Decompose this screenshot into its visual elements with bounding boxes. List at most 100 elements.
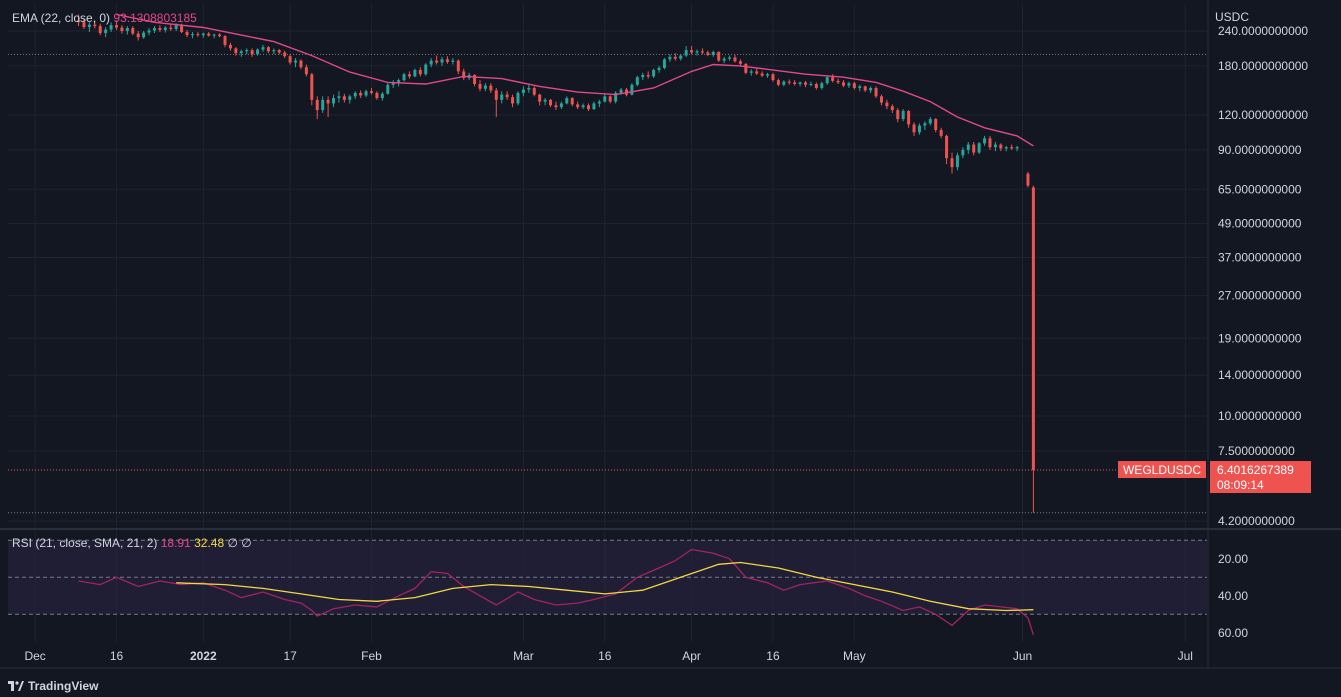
candle <box>630 83 634 96</box>
candle-body <box>277 50 281 53</box>
candle-body <box>690 50 694 53</box>
candle-body <box>923 123 927 126</box>
candle-body <box>890 106 894 111</box>
candle-body <box>310 74 314 100</box>
candle-body <box>603 96 607 102</box>
candle <box>1026 171 1030 188</box>
time-axis-tick: Apr <box>682 649 701 663</box>
time-axis-tick: May <box>843 649 866 663</box>
candle-body <box>668 56 672 60</box>
candle-body <box>836 80 840 83</box>
candle-body <box>570 98 574 105</box>
candle-body <box>809 83 813 85</box>
rsi-axis-tick: 20.00 <box>1218 552 1248 566</box>
candle-body <box>554 105 558 108</box>
candle-body <box>527 87 531 90</box>
candle-body <box>223 36 227 45</box>
candle-body <box>478 83 482 89</box>
candle-body <box>521 89 525 93</box>
candle-body <box>402 74 406 81</box>
candle-body <box>1015 147 1019 149</box>
candle-body <box>630 84 634 95</box>
candle-body <box>228 44 232 49</box>
candle <box>1031 185 1035 513</box>
candle-body <box>418 69 422 75</box>
price-axis-tick: 19.0000000000 <box>1218 331 1302 345</box>
candle-body <box>445 59 449 62</box>
rsi-legend[interactable]: RSI (21, close, SMA, 21, 2) 18.91 32.48 … <box>12 536 252 550</box>
ema-legend[interactable]: EMA (22, close, 0) 93.1308803185 <box>12 11 197 25</box>
ema-legend-label: EMA (22, close, 0) <box>12 11 111 25</box>
candle-body <box>749 71 753 73</box>
candle-body <box>511 97 515 104</box>
candle-body <box>456 60 460 72</box>
price-axis-tick: 120.0000000000 <box>1218 108 1308 122</box>
candle-body <box>608 96 612 102</box>
candle-body <box>717 51 721 61</box>
candle-body <box>576 104 580 108</box>
price-axis-tick: 4.2000000000 <box>1218 514 1295 528</box>
currency-label: USDC <box>1215 10 1250 24</box>
candle-body <box>798 82 802 84</box>
candle-body <box>858 86 862 88</box>
candle-body <box>283 52 287 57</box>
candle-body <box>983 138 987 144</box>
candle-body <box>961 149 965 156</box>
rsi-axis-tick: 60.00 <box>1218 626 1248 640</box>
rsi-axis-tick: 40.00 <box>1218 589 1248 603</box>
rsi-legend-value: 18.91 <box>160 536 191 550</box>
candle-body <box>939 130 943 136</box>
candle-body <box>842 82 846 86</box>
candle-body <box>407 74 411 77</box>
candle-body <box>440 59 444 63</box>
candle-body <box>988 138 992 148</box>
price-axis-tick: 27.0000000000 <box>1218 289 1302 303</box>
candle <box>635 75 639 87</box>
candle-body <box>945 135 949 159</box>
last-price-label: 6.401626738908:09:14 <box>1210 461 1311 494</box>
candle-body <box>98 26 102 34</box>
candle-body <box>972 144 976 153</box>
time-axis-tick: 2022 <box>190 649 217 663</box>
time-axis-tick: Jul <box>1178 649 1193 663</box>
candle-body <box>760 73 764 76</box>
rsi-sma-legend-value: 32.48 <box>194 536 225 550</box>
candle-body <box>342 96 346 100</box>
candle-body <box>679 55 683 59</box>
candle-body <box>587 105 591 110</box>
candle-body <box>885 102 889 107</box>
candle-body <box>814 83 818 88</box>
candle-body <box>907 111 911 125</box>
candle <box>874 86 878 99</box>
candle-body <box>776 80 780 85</box>
candle-body <box>109 25 113 30</box>
candle-body <box>646 74 650 77</box>
tradingview-chart[interactable]: 240.0000000000 180.0000000000 120.00000000… <box>0 0 1341 697</box>
candle-body <box>494 90 498 100</box>
candle-body <box>950 158 954 168</box>
tradingview-logo[interactable]: TradingView <box>8 679 98 693</box>
candle-body <box>272 50 276 52</box>
candle-body <box>364 91 368 96</box>
candle-body <box>619 89 623 93</box>
candle-body <box>115 25 119 28</box>
price-axis-tick: 37.0000000000 <box>1218 251 1302 265</box>
candle-body <box>218 34 222 37</box>
candle-body <box>700 51 704 53</box>
candle-body <box>207 33 211 36</box>
candle-body <box>451 60 455 62</box>
candle-body <box>559 103 563 108</box>
candle-body <box>934 119 938 131</box>
candle-body <box>180 25 184 33</box>
candle-body <box>787 81 791 83</box>
candle-body <box>532 87 536 95</box>
chart-canvas[interactable]: 240.0000000000 180.0000000000 120.00000000… <box>0 0 1341 697</box>
candle-body <box>152 28 156 31</box>
candle-body <box>294 60 298 63</box>
candle-body <box>673 56 677 59</box>
candle-body <box>174 25 178 30</box>
candle <box>744 63 748 75</box>
candle-body <box>538 94 542 102</box>
time-axis-tick: Feb <box>361 649 382 663</box>
time-axis-tick: 17 <box>283 649 297 663</box>
